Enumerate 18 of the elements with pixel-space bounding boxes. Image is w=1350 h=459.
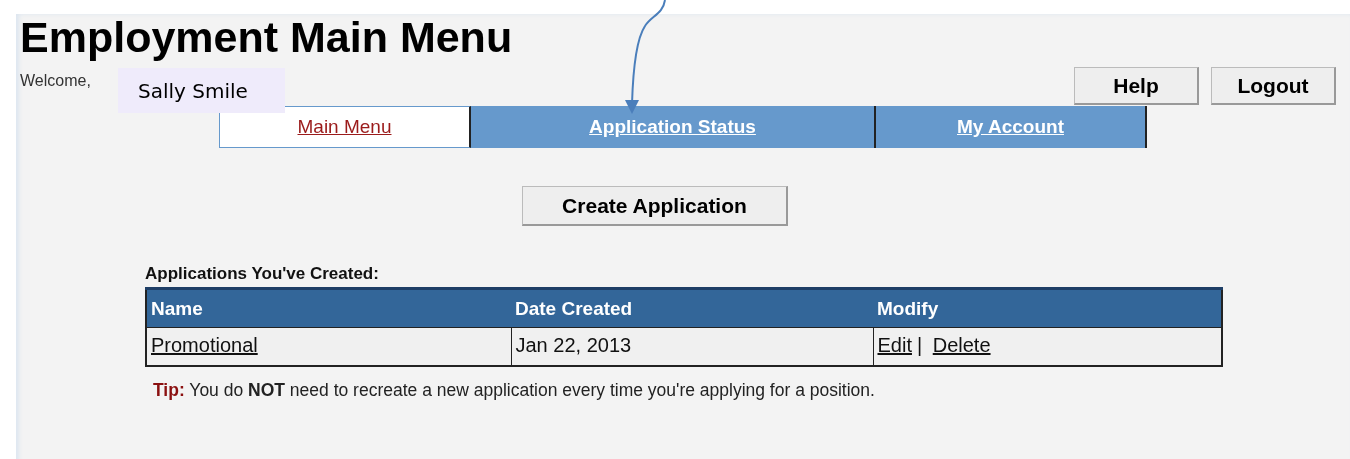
page-title: Employment Main Menu [20, 14, 513, 60]
nav-tab[interactable]: Main Menu [219, 106, 471, 148]
column-header: Date Created [511, 288, 873, 328]
annotation-label: Sally Smile [118, 68, 285, 113]
create-application-button[interactable]: Create Application [522, 186, 788, 226]
column-header: Name [146, 288, 511, 328]
table-cell: Jan 22, 2013 [511, 327, 873, 366]
action-link[interactable]: Edit [877, 334, 912, 356]
action-link[interactable]: Delete [932, 334, 991, 356]
header-button[interactable]: Logout [1211, 67, 1336, 105]
separator-text: | [916, 334, 923, 356]
tip-label: Tip: [153, 380, 185, 400]
header-button[interactable]: Help [1074, 67, 1199, 105]
welcome-text: Welcome, [20, 72, 91, 90]
table-caption: Applications You've Created: [145, 264, 380, 284]
tip-text: You do NOT need to recreate a new application every time you're applying for a position. [189, 380, 875, 400]
application-link[interactable]: Promotional [151, 334, 258, 356]
column-header: Modify [873, 288, 1222, 328]
